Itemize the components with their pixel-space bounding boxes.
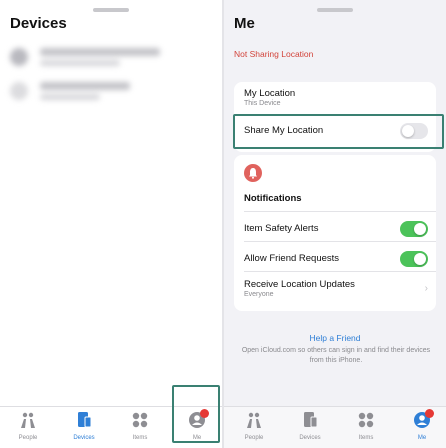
devices-icon bbox=[78, 412, 92, 428]
help-a-friend-link[interactable]: Help a Friend bbox=[224, 333, 446, 343]
tab-items[interactable]: Items bbox=[344, 411, 388, 447]
sheet-grabber[interactable] bbox=[317, 8, 353, 12]
tab-devices[interactable]: Devices bbox=[62, 411, 106, 447]
sharing-status: Not Sharing Location bbox=[234, 49, 314, 59]
tab-items[interactable]: Items bbox=[118, 411, 162, 447]
tab-label: Me bbox=[417, 435, 427, 441]
devices-icon bbox=[304, 412, 318, 428]
tab-label: Me bbox=[192, 435, 202, 441]
notifications-heading: Notifications bbox=[244, 193, 302, 204]
page-title: Devices bbox=[10, 15, 67, 32]
my-location-title: My Location bbox=[244, 88, 296, 99]
blurred-device-row[interactable] bbox=[10, 78, 210, 108]
sheet-grabber[interactable] bbox=[93, 8, 129, 12]
blurred-device-row[interactable] bbox=[10, 44, 210, 74]
me-panel: Me Not Sharing Location My Location This… bbox=[224, 0, 446, 448]
separator bbox=[244, 211, 436, 212]
tab-label: Items bbox=[358, 435, 374, 441]
page-title: Me bbox=[234, 15, 255, 32]
notifications-card: Notifications Item Safety Alerts Allow F… bbox=[234, 155, 436, 311]
separator bbox=[244, 271, 436, 272]
location-updates-value: Everyone bbox=[244, 291, 274, 298]
people-icon bbox=[247, 412, 261, 428]
items-icon bbox=[132, 412, 148, 428]
tab-label: Devices bbox=[299, 435, 321, 441]
location-card: My Location This Device Share My Locatio… bbox=[234, 82, 436, 152]
notification-bell-icon bbox=[244, 164, 262, 182]
tab-people[interactable]: People bbox=[6, 411, 50, 447]
people-icon bbox=[21, 412, 35, 428]
chevron-right-icon: › bbox=[424, 283, 428, 294]
tab-label: Devices bbox=[73, 435, 95, 441]
my-location-row[interactable]: My Location This Device bbox=[244, 88, 436, 107]
tab-people[interactable]: People bbox=[232, 411, 276, 447]
devices-panel: Devices People Devices Items Me bbox=[0, 0, 222, 448]
tab-me[interactable]: Me bbox=[175, 409, 219, 447]
separator bbox=[244, 241, 436, 242]
tab-label: People bbox=[244, 435, 264, 441]
notification-badge bbox=[200, 409, 209, 418]
tab-label: People bbox=[18, 435, 38, 441]
tab-me[interactable]: Me bbox=[400, 409, 444, 447]
location-updates-label: Receive Location Updates bbox=[244, 279, 355, 290]
item-safety-toggle[interactable] bbox=[400, 221, 428, 237]
separator bbox=[244, 115, 436, 116]
location-updates-row[interactable]: Receive Location Updates Everyone bbox=[244, 279, 436, 298]
tab-label: Items bbox=[132, 435, 148, 441]
help-description: Open iCloud.com so others can sign in an… bbox=[241, 347, 431, 364]
friend-requests-toggle[interactable] bbox=[400, 251, 428, 267]
my-location-subtitle: This Device bbox=[244, 100, 281, 107]
share-location-toggle[interactable] bbox=[400, 123, 428, 139]
notification-badge bbox=[425, 409, 434, 418]
tab-bar: People Devices Items Me bbox=[0, 406, 222, 448]
items-icon bbox=[358, 412, 374, 428]
tab-bar: People Devices Items Me bbox=[224, 406, 446, 448]
tab-devices[interactable]: Devices bbox=[288, 411, 332, 447]
